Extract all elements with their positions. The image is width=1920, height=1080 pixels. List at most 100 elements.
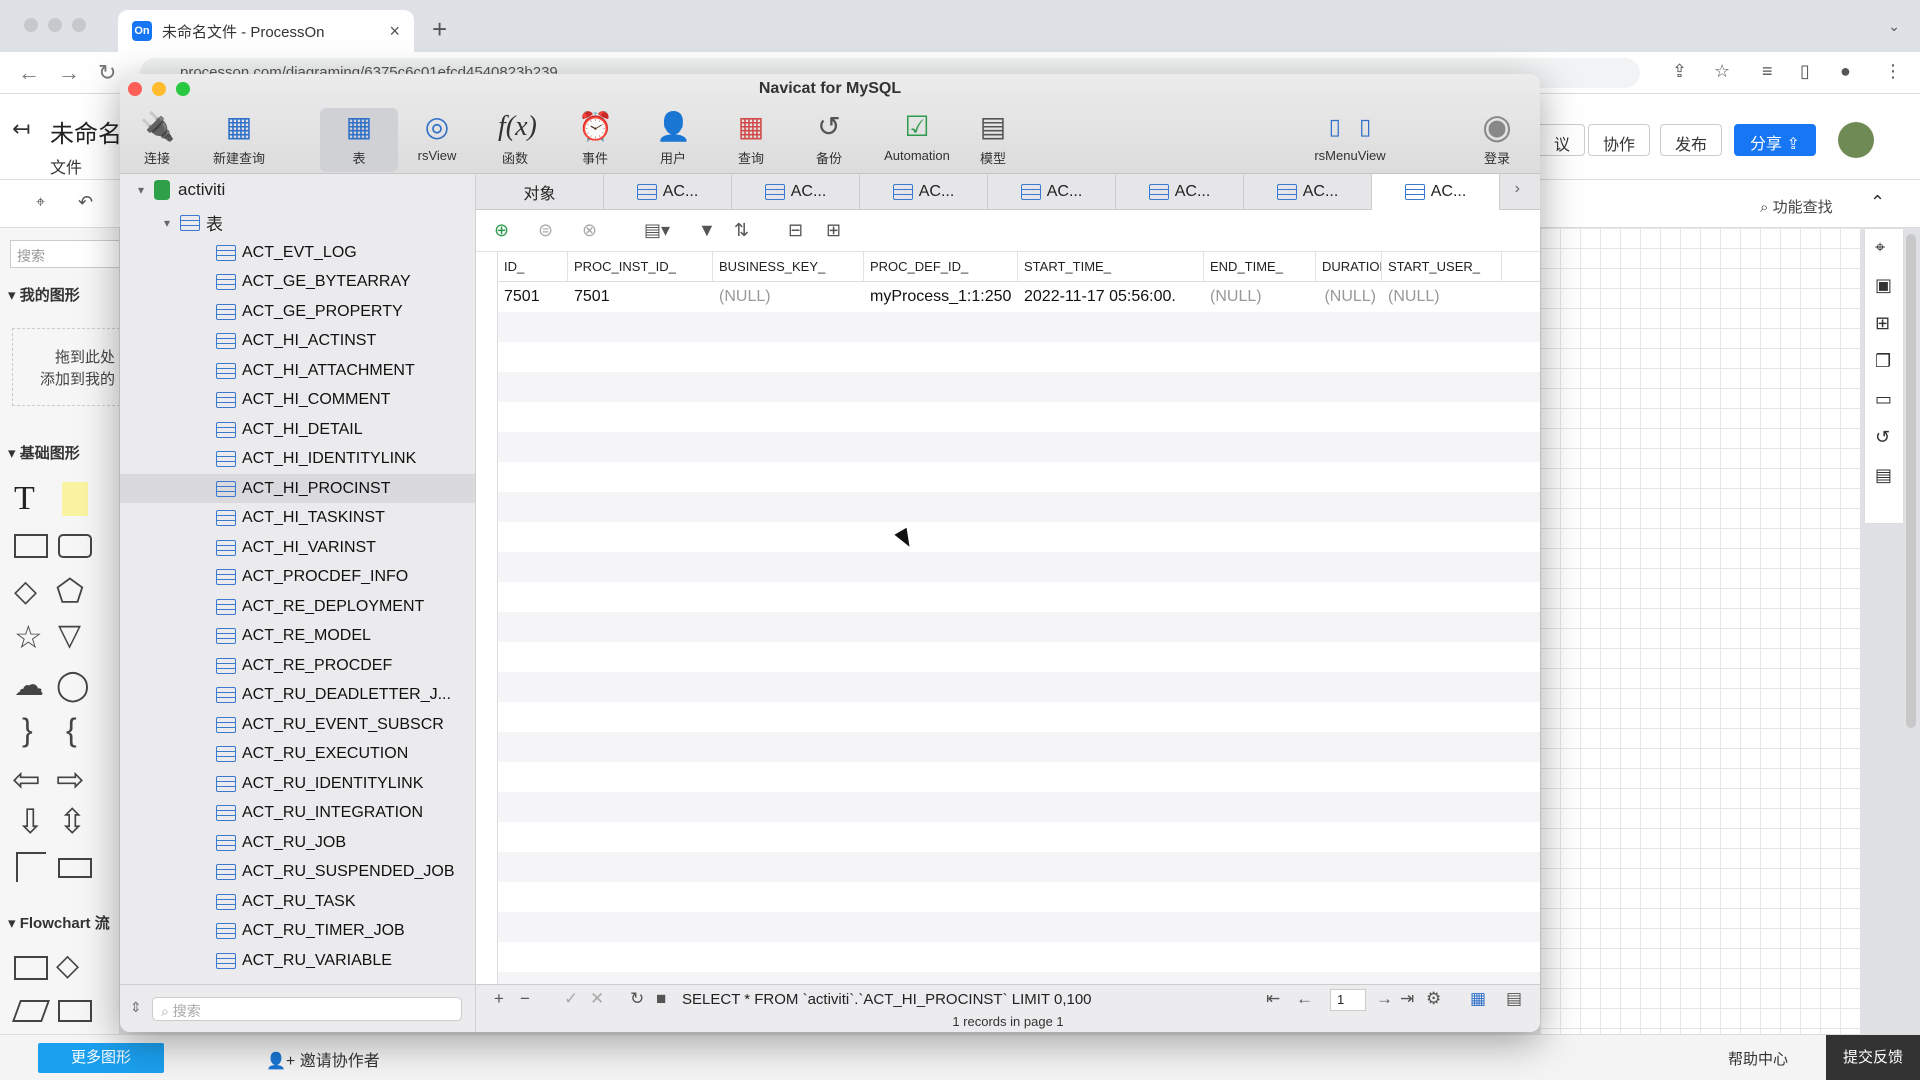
table-cell[interactable]: (NULL)	[1382, 282, 1502, 312]
diagram-canvas[interactable]	[1540, 228, 1860, 1034]
menu-file[interactable]: 文件	[50, 154, 82, 178]
tree-table-item[interactable]: ACT_RU_DEADLETTER_J...	[120, 681, 475, 710]
table-cell[interactable]: (NULL)	[1316, 282, 1382, 312]
column-header[interactable]: END_TIME_	[1204, 252, 1316, 282]
table-row[interactable]	[498, 702, 1540, 732]
up-down-arrow-shape-icon[interactable]: ⇳	[58, 802, 87, 842]
table-row[interactable]	[498, 912, 1540, 942]
import-icon[interactable]: ⊟	[788, 220, 803, 241]
table-row[interactable]	[498, 552, 1540, 582]
cloud-shape-icon[interactable]: ☁	[14, 668, 44, 703]
export-menu-icon[interactable]: ▤▾	[644, 220, 670, 241]
frame-shape-icon[interactable]	[58, 858, 92, 878]
last-page-icon[interactable]: ⇥	[1400, 989, 1414, 1009]
tree-table-item[interactable]: ACT_RU_EVENT_SUBSCR	[120, 710, 475, 739]
sort-icon[interactable]: ⇅	[734, 220, 749, 241]
tab-objects[interactable]: 对象	[476, 174, 604, 210]
expand-caret-icon[interactable]: ▾	[164, 216, 170, 230]
table-cell[interactable]: (NULL)	[1204, 282, 1316, 312]
feedback-button[interactable]: 提交反馈	[1826, 1035, 1920, 1080]
data-shape-icon[interactable]	[11, 1000, 51, 1022]
tree-table-item[interactable]: ACT_HI_PROCINST	[120, 474, 475, 503]
user-avatar[interactable]	[1838, 122, 1874, 158]
collaborate-button[interactable]: 协作	[1588, 124, 1651, 156]
reading-list-icon[interactable]: ≡	[1762, 61, 1773, 82]
tree-table-item[interactable]: ACT_RU_INTEGRATION	[120, 799, 475, 828]
new-tab-button[interactable]: +	[432, 14, 447, 45]
document-title[interactable]: 未命名	[50, 114, 122, 149]
first-page-icon[interactable]: ⇤	[1266, 989, 1280, 1009]
tree-table-item[interactable]: ACT_HI_TASKINST	[120, 504, 475, 533]
toolbar-login-button[interactable]: ◉ 登录	[1458, 108, 1536, 172]
share-button[interactable]: 分享 ⇪	[1734, 124, 1816, 156]
down-arrow-shape-icon[interactable]: ⇩	[16, 802, 45, 842]
forward-arrow-icon[interactable]: →	[58, 60, 80, 86]
toolbar-view-button[interactable]: ◎ rsView	[398, 108, 476, 172]
column-header[interactable]: DURATION_	[1316, 252, 1382, 282]
add-record-icon[interactable]: ⊕	[494, 220, 509, 241]
column-header[interactable]: START_USER_	[1382, 252, 1502, 282]
process-shape-icon[interactable]	[14, 956, 48, 980]
bookmark-star-icon[interactable]: ☆	[1714, 61, 1730, 82]
meeting-button[interactable]: 议	[1540, 124, 1586, 156]
table-row[interactable]	[498, 492, 1540, 522]
toolbar-model-button[interactable]: ▤ 模型	[954, 108, 1032, 172]
table-row[interactable]	[498, 372, 1540, 402]
sort-toggle-icon[interactable]: ⇕	[130, 999, 142, 1016]
table-cell[interactable]: 7501	[498, 282, 568, 312]
table-row[interactable]	[498, 972, 1540, 984]
prev-page-icon[interactable]: ←	[1296, 989, 1313, 1009]
filter-icon[interactable]: ▼	[698, 220, 716, 241]
reload-icon[interactable]: ↻	[98, 60, 116, 86]
tab-table[interactable]: AC...	[1244, 174, 1372, 210]
refresh-icon[interactable]: ↻	[630, 989, 644, 1009]
pages-icon[interactable]: ❐	[1875, 351, 1891, 372]
tree-table-item[interactable]: ACT_HI_ATTACHMENT	[120, 356, 475, 385]
table-row[interactable]	[498, 312, 1540, 342]
toolbar-query-button[interactable]: ▦ 查询	[712, 108, 790, 172]
diamond-shape-icon[interactable]: ◇	[14, 574, 37, 609]
side-panel-icon[interactable]: ▯	[1800, 61, 1810, 82]
tree-table-item[interactable]: ACT_RU_SUSPENDED_JOB	[120, 858, 475, 887]
pentagon-shape-icon[interactable]: ⬠	[56, 572, 84, 610]
text-shape-icon[interactable]: T	[14, 480, 35, 518]
ellipse-shape-icon[interactable]: ◯	[56, 668, 90, 703]
publish-button[interactable]: 发布	[1660, 124, 1723, 156]
section-flowchart[interactable]: ▾ Flowchart 流	[8, 912, 110, 933]
toolbar-panel-toggle-button[interactable]: ▯ ▯ rsMenuView	[1300, 108, 1400, 172]
tree-table-item[interactable]: ACT_RU_TIMER_JOB	[120, 917, 475, 946]
table-row[interactable]	[498, 882, 1540, 912]
section-basic-shapes[interactable]: ▾ 基础图形	[8, 442, 80, 463]
decision-shape-icon[interactable]: ◇	[56, 948, 79, 983]
column-header[interactable]: PROC_INST_ID_	[568, 252, 713, 282]
table-row[interactable]	[498, 822, 1540, 852]
tab-table[interactable]: AC...	[1116, 174, 1244, 210]
table-cell[interactable]: 7501	[568, 282, 713, 312]
table-row[interactable]	[498, 432, 1540, 462]
tree-table-item[interactable]: ACT_RU_EXECUTION	[120, 740, 475, 769]
back-home-icon[interactable]: ↤	[12, 116, 30, 142]
table-row[interactable]	[498, 612, 1540, 642]
tab-table[interactable]: AC...	[604, 174, 732, 210]
more-shapes-button[interactable]: 更多图形	[38, 1043, 164, 1073]
close-tab-icon[interactable]: ×	[389, 21, 400, 42]
save-record-icon[interactable]: ⊜	[538, 220, 553, 241]
window-zoom-button[interactable]	[72, 18, 86, 32]
tab-table[interactable]: AC...	[988, 174, 1116, 210]
table-cell[interactable]: (NULL)	[713, 282, 864, 312]
function-search[interactable]: ⌕ 功能查找	[1760, 196, 1833, 217]
discard-record-icon[interactable]: ⊗	[582, 220, 597, 241]
share-page-icon[interactable]: ⇪	[1672, 61, 1687, 82]
section-my-shapes[interactable]: ▾ 我的图形	[8, 284, 80, 305]
next-page-icon[interactable]: →	[1376, 989, 1393, 1009]
invite-collaborator-button[interactable]: 👤+ 邀请协作者	[266, 1047, 380, 1071]
table-row[interactable]	[498, 642, 1540, 672]
column-header[interactable]: BUSINESS_KEY_	[713, 252, 864, 282]
table-row[interactable]	[498, 852, 1540, 882]
tab-table[interactable]: AC...	[1372, 174, 1500, 210]
layout-icon[interactable]: ⊞	[1875, 313, 1890, 334]
tree-table-item[interactable]: ACT_RE_DEPLOYMENT	[120, 592, 475, 621]
toolbar-table-button[interactable]: ▦ 表	[320, 108, 398, 172]
window-close-button[interactable]	[24, 18, 38, 32]
window-minimize-button[interactable]	[48, 18, 62, 32]
